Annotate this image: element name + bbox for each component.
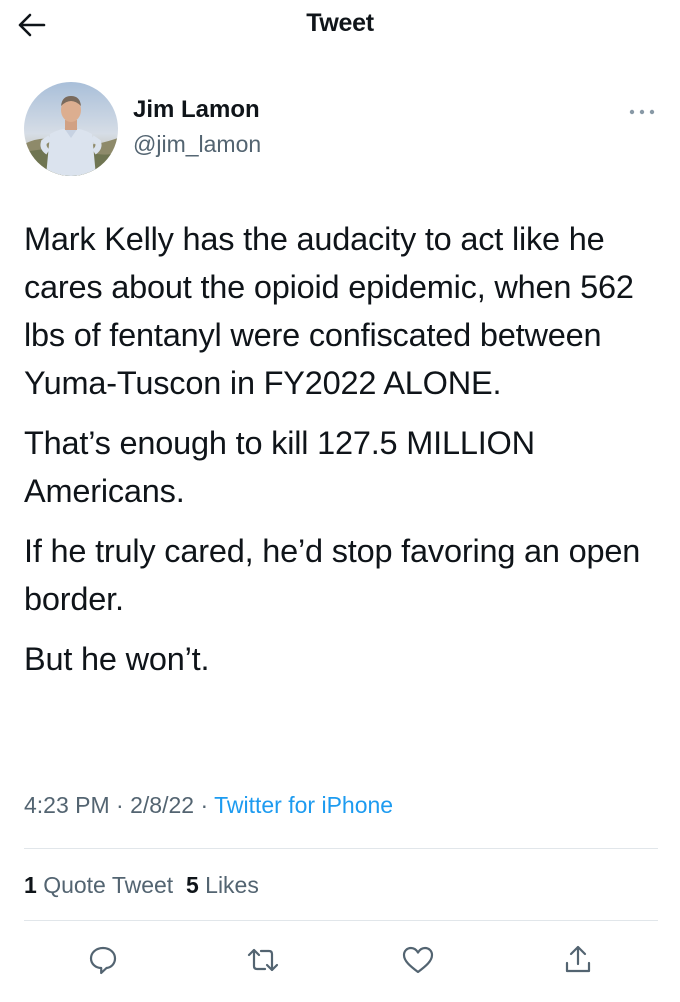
like-label: Likes	[205, 872, 259, 898]
author-handle[interactable]: @jim_lamon	[133, 131, 261, 158]
reply-button[interactable]	[83, 940, 123, 980]
meta-separator: ·	[116, 792, 124, 818]
share-icon	[565, 945, 591, 973]
more-options-button[interactable]	[622, 100, 662, 124]
avatar[interactable]	[24, 82, 118, 176]
tweet-date[interactable]: 2/8/22	[130, 792, 194, 818]
engagement-stats: 1 Quote Tweet 5 Likes	[24, 872, 259, 899]
retweet-icon	[247, 948, 279, 972]
likes-stat[interactable]: 5 Likes	[186, 872, 259, 898]
retweet-button[interactable]	[243, 940, 283, 980]
tweet-paragraph: If he truly cared, he’d stop favoring an…	[24, 533, 641, 617]
tweet-paragraph: That’s enough to kill 127.5 MILLION Amer…	[24, 425, 535, 509]
like-button[interactable]	[398, 940, 438, 980]
more-icon	[629, 109, 655, 115]
top-bar: Tweet	[0, 0, 680, 50]
reply-icon	[89, 946, 117, 975]
tweet-metadata: 4:23 PM · 2/8/22 · Twitter for iPhone	[24, 792, 393, 819]
tweet-paragraph: Mark Kelly has the audacity to act like …	[24, 221, 634, 401]
share-button[interactable]	[558, 940, 598, 980]
tweet-text: Mark Kelly has the audacity to act like …	[24, 215, 664, 695]
divider	[24, 920, 658, 921]
author-name[interactable]: Jim Lamon	[133, 96, 260, 124]
divider	[24, 848, 658, 849]
quote-label: Quote Tweet	[43, 872, 174, 898]
tweet-paragraph: But he won’t.	[24, 641, 210, 677]
tweet-source-link[interactable]: Twitter for iPhone	[214, 792, 393, 818]
action-bar	[0, 940, 680, 980]
quote-count: 1	[24, 872, 37, 898]
like-icon	[402, 946, 434, 974]
like-count: 5	[185, 872, 199, 898]
meta-separator: ·	[200, 792, 209, 818]
quote-tweets-stat[interactable]: 1 Quote Tweet	[24, 872, 173, 898]
page-title: Tweet	[306, 9, 374, 37]
tweet-time[interactable]: 4:23 PM	[24, 792, 110, 818]
